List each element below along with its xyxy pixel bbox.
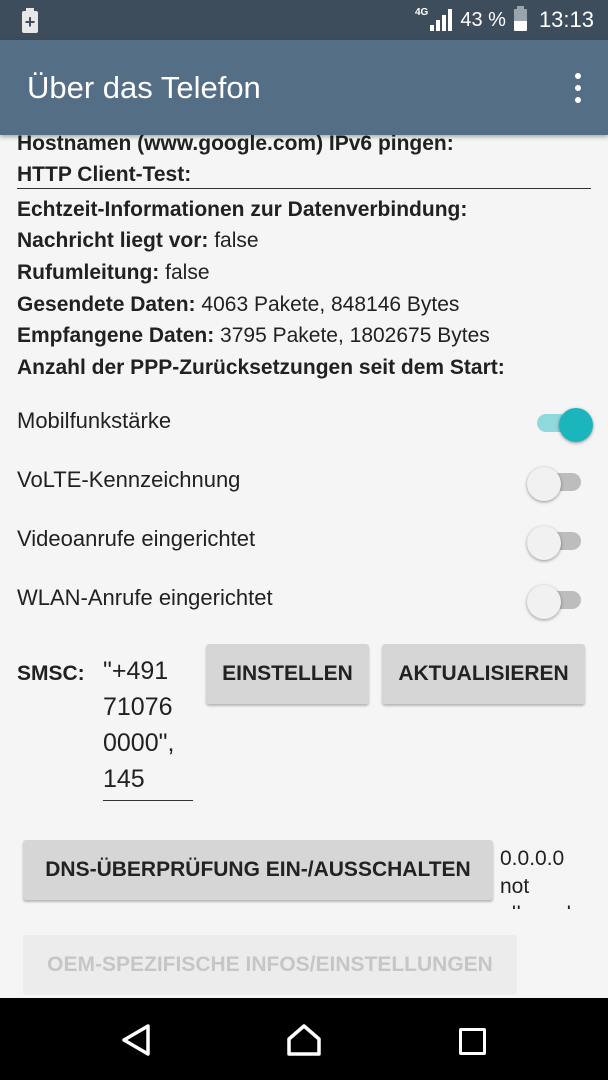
video-calls-switch[interactable] (527, 526, 585, 560)
realtime-label: Echtzeit-Informationen zur Datenverbindu… (17, 198, 468, 221)
smsc-value-line: 145 (103, 765, 145, 793)
toggle-row-wifi-calls[interactable]: WLAN-Anrufe eingerichtet (17, 577, 591, 619)
battery-icon (513, 6, 527, 31)
overflow-menu-icon[interactable] (572, 72, 582, 104)
toggle-row-signal-strength[interactable]: Mobilfunkstärke (17, 400, 593, 442)
wifi-calls-switch[interactable] (527, 585, 585, 619)
toggle-label: Mobilfunkstärke (17, 408, 172, 433)
signal-strength-switch[interactable] (533, 408, 593, 442)
smsc-value-line: 0000", (103, 729, 175, 757)
volte-switch[interactable] (527, 467, 585, 501)
toggle-row-video-calls[interactable]: Videoanrufe eingerichtet (17, 518, 591, 560)
toggle-label: WLAN-Anrufe eingerichtet (17, 585, 273, 610)
received-data-row: Empfangene Daten: 3795 Pakete, 1802675 B… (17, 324, 490, 347)
dns-toggle-button[interactable]: DNS-ÜBERPRÜFUNG EIN-/AUSSCHALTEN (23, 840, 493, 900)
clock: 13:13 (538, 7, 594, 32)
phone-info-content[interactable]: Hostnamen (www.google.com) IPv6 pingen: … (0, 135, 608, 998)
smsc-value-line: 71076 (103, 693, 173, 721)
battery-saver-icon: + (20, 8, 38, 33)
ppp-reset-row: Anzahl der PPP-Zurücksetzungen seit dem … (17, 356, 505, 379)
toggle-label: Videoanrufe eingerichtet (17, 526, 256, 551)
dns-status: 0.0.0.0 not allowed (500, 847, 571, 909)
home-icon[interactable] (287, 1023, 321, 1057)
signal-icon (430, 9, 453, 31)
http-test-field[interactable] (17, 188, 591, 189)
status-bar: + 4G 43 % 13:13 (0, 0, 608, 40)
recent-apps-icon[interactable] (459, 1028, 486, 1055)
network-type: 4G (415, 6, 429, 18)
sent-data-row: Gesendete Daten: 4063 Pakete, 848146 Byt… (17, 293, 460, 316)
message-waiting-row: Nachricht liegt vor: false (17, 229, 259, 252)
oem-info-button[interactable]: OEM-SPEZIFISCHE INFOS/EINSTELLUNGEN (23, 935, 517, 995)
smsc-input[interactable]: "+491 71076 0000", 145 (103, 653, 193, 797)
smsc-refresh-button[interactable]: AKTUALISIEREN (382, 644, 585, 704)
back-icon[interactable] (120, 1023, 152, 1057)
page-title: Über das Telefon (27, 70, 261, 105)
smsc-set-button[interactable]: EINSTELLEN (206, 644, 369, 704)
smsc-label: SMSC: (17, 662, 85, 685)
call-forward-row: Rufumleitung: false (17, 261, 210, 284)
ping-ipv6-label: Hostnamen (www.google.com) IPv6 pingen: (17, 135, 454, 155)
toggle-label: VoLTE-Kennzeichnung (17, 467, 241, 492)
http-test-label: HTTP Client-Test: (17, 163, 192, 186)
toggle-row-volte[interactable]: VoLTE-Kennzeichnung (17, 459, 591, 501)
smsc-value-line: "+491 (103, 657, 169, 685)
battery-percent: 43 % (460, 8, 506, 31)
smsc-input-underline (103, 800, 193, 801)
app-bar: Über das Telefon (0, 40, 608, 135)
navigation-bar (0, 998, 608, 1080)
